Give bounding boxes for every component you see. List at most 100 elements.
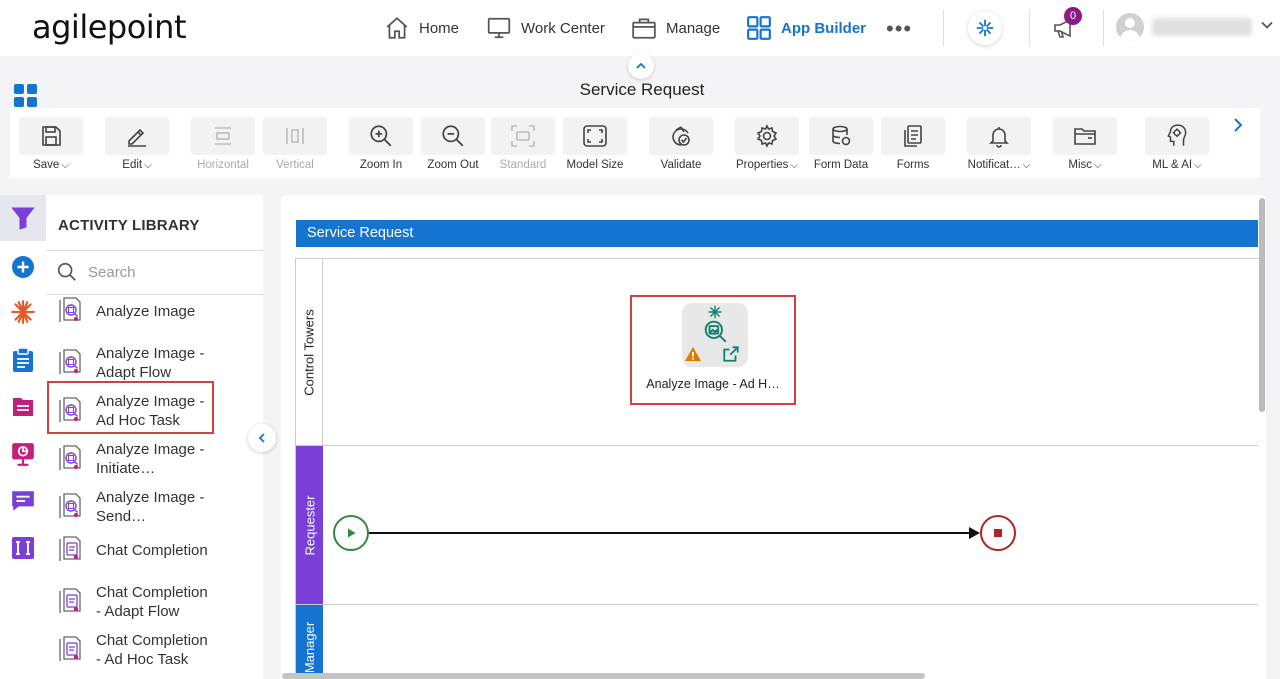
collapse-header-button[interactable] <box>628 53 654 79</box>
rail-forms[interactable] <box>0 384 46 430</box>
toolbar-zoom-out-button[interactable]: Zoom Out <box>420 117 486 171</box>
analyze-image-adapt-icon <box>56 349 84 377</box>
library-item[interactable]: Analyze Image - Adapt Flow <box>56 344 256 382</box>
chevron-down-icon[interactable] <box>1260 18 1274 32</box>
more-nav-button[interactable]: ••• <box>886 16 912 42</box>
horizontal-layout-icon <box>215 127 231 145</box>
chevron-down-icon: ⌵ <box>790 160 798 171</box>
canvas-horizontal-scrollbar[interactable] <box>282 673 925 679</box>
standard-size-icon <box>511 125 535 147</box>
analyze-image-adhoc-shape[interactable] <box>682 303 748 367</box>
nav-work-center[interactable]: Work Center <box>486 14 605 42</box>
rail-ai[interactable] <box>0 289 46 335</box>
toolbar-standard-button[interactable]: Standard <box>490 117 556 171</box>
toolbar-save-label: Save <box>33 159 60 171</box>
integration-icon <box>12 537 34 559</box>
toolbar-edit-label: Edit <box>122 159 143 171</box>
sequence-flow-arrowhead <box>969 527 980 539</box>
nav-manage-label: Manage <box>666 19 721 37</box>
end-event[interactable] <box>980 515 1016 551</box>
user-avatar[interactable] <box>1116 13 1144 41</box>
library-item[interactable]: Analyze Image - Initiate… <box>56 440 256 478</box>
pencil-icon <box>128 128 146 147</box>
toolbar-validate-button[interactable]: Validate <box>648 117 714 171</box>
nav-app-builder[interactable]: App Builder <box>746 14 866 42</box>
rail-activity-library[interactable] <box>0 195 46 241</box>
activity-library-title: ACTIVITY LIBRARY <box>58 217 200 234</box>
toolbar-form-data-button[interactable]: Form Data <box>808 117 874 171</box>
toolbar-notifications-button[interactable]: Notificat… ⌵ <box>966 117 1032 171</box>
library-item[interactable]: Analyze Image <box>56 297 256 325</box>
library-search <box>56 261 238 283</box>
zoom-in-icon <box>370 125 392 147</box>
rail-reports[interactable] <box>0 431 46 477</box>
user-name-redacted[interactable] <box>1152 18 1252 36</box>
page-title: Service Request <box>579 80 705 99</box>
collapse-library-button[interactable] <box>248 424 276 452</box>
toolbar-standard-label: Standard <box>499 159 547 171</box>
nav-divider <box>1029 10 1030 46</box>
nav-home-label: Home <box>419 19 460 37</box>
start-event[interactable] <box>333 515 369 551</box>
library-item[interactable]: Analyze Image - Send… <box>56 488 256 526</box>
search-icon <box>57 262 76 281</box>
pool-header[interactable]: Service Request <box>296 220 1258 247</box>
document-icon <box>13 398 33 416</box>
ai-assistant-button[interactable] <box>968 11 1002 45</box>
toolbar-forms-label: Forms <box>896 159 930 171</box>
toolbar-model-size-button[interactable]: Model Size <box>562 117 628 171</box>
canvas-vertical-scrollbar[interactable] <box>1259 198 1265 412</box>
toolbar-misc-button[interactable]: Misc ⌵ <box>1052 117 1118 171</box>
toolbar-zoom-out-label: Zoom Out <box>427 159 479 171</box>
toolbar-edit-button[interactable]: Edit ⌵ <box>104 117 170 171</box>
nav-app-builder-label: App Builder <box>781 19 866 37</box>
agilepoint-logo[interactable]: agilepoint <box>32 8 187 46</box>
library-item[interactable]: Chat Completion - Adapt Flow <box>56 583 256 621</box>
chevron-down-icon: ⌵ <box>61 160 69 171</box>
toolbar-form-data-label: Form Data <box>813 159 869 171</box>
divider <box>46 250 263 251</box>
left-icon-rail <box>0 195 46 679</box>
chevron-down-icon: ⌵ <box>1194 160 1202 171</box>
rail-integrations[interactable] <box>0 525 46 571</box>
toolbar-scroll-right-icon[interactable] <box>1230 116 1246 134</box>
library-item-label: Analyze Image - Send… <box>96 489 205 525</box>
lane-control-towers[interactable]: Control Towers <box>296 259 323 445</box>
toolbar-notifications-label: Notificat… <box>967 159 1021 171</box>
chevron-up-icon <box>636 62 646 69</box>
library-search-input[interactable] <box>88 263 238 281</box>
library-item[interactable]: Chat Completion - Ad Hoc Task <box>56 631 256 669</box>
library-item-label: Analyze Image - Initiate… <box>96 441 205 477</box>
toolbar-properties-button[interactable]: Properties ⌵ <box>734 117 800 171</box>
nav-work-center-label: Work Center <box>521 19 605 37</box>
monitor-icon <box>487 17 511 39</box>
stop-icon <box>994 529 1002 537</box>
fit-screen-icon <box>583 125 607 147</box>
toolbar-ml-ai-button[interactable]: ML & AI ⌵ <box>1144 117 1210 171</box>
toolbar-save-button[interactable]: Save ⌵ <box>18 117 84 171</box>
lane-requester[interactable]: Requester <box>296 446 323 604</box>
toolbar-validate-label: Validate <box>660 159 702 171</box>
rail-messages[interactable] <box>0 478 46 524</box>
lane-control-towers-label: Control Towers <box>301 308 317 396</box>
toolbar-zoom-in-button[interactable]: Zoom In <box>348 117 414 171</box>
presentation-chart-icon <box>12 443 34 466</box>
ai-brain-icon <box>1167 124 1187 146</box>
validate-icon <box>672 126 690 146</box>
toolbar-properties-label: Properties <box>735 159 789 171</box>
save-icon <box>42 126 61 146</box>
analyze-image-icon <box>56 297 84 325</box>
library-item[interactable]: Chat Completion <box>56 536 256 564</box>
toolbar-horizontal-button[interactable]: Horizontal <box>190 117 256 171</box>
library-item-label: Analyze Image - Adapt Flow <box>96 345 205 381</box>
lane-manager[interactable]: Manager <box>296 605 323 679</box>
nav-home[interactable]: Home <box>384 14 459 42</box>
toolbar-forms-button[interactable]: Forms <box>880 117 946 171</box>
nav-divider <box>943 10 944 46</box>
nav-manage[interactable]: Manage <box>631 14 720 42</box>
toolbar-vertical-button[interactable]: Vertical <box>262 117 328 171</box>
rail-tasks[interactable] <box>0 337 46 383</box>
lane-divider <box>296 445 1258 446</box>
sequence-flow[interactable] <box>369 532 971 534</box>
rail-add[interactable] <box>0 244 46 290</box>
